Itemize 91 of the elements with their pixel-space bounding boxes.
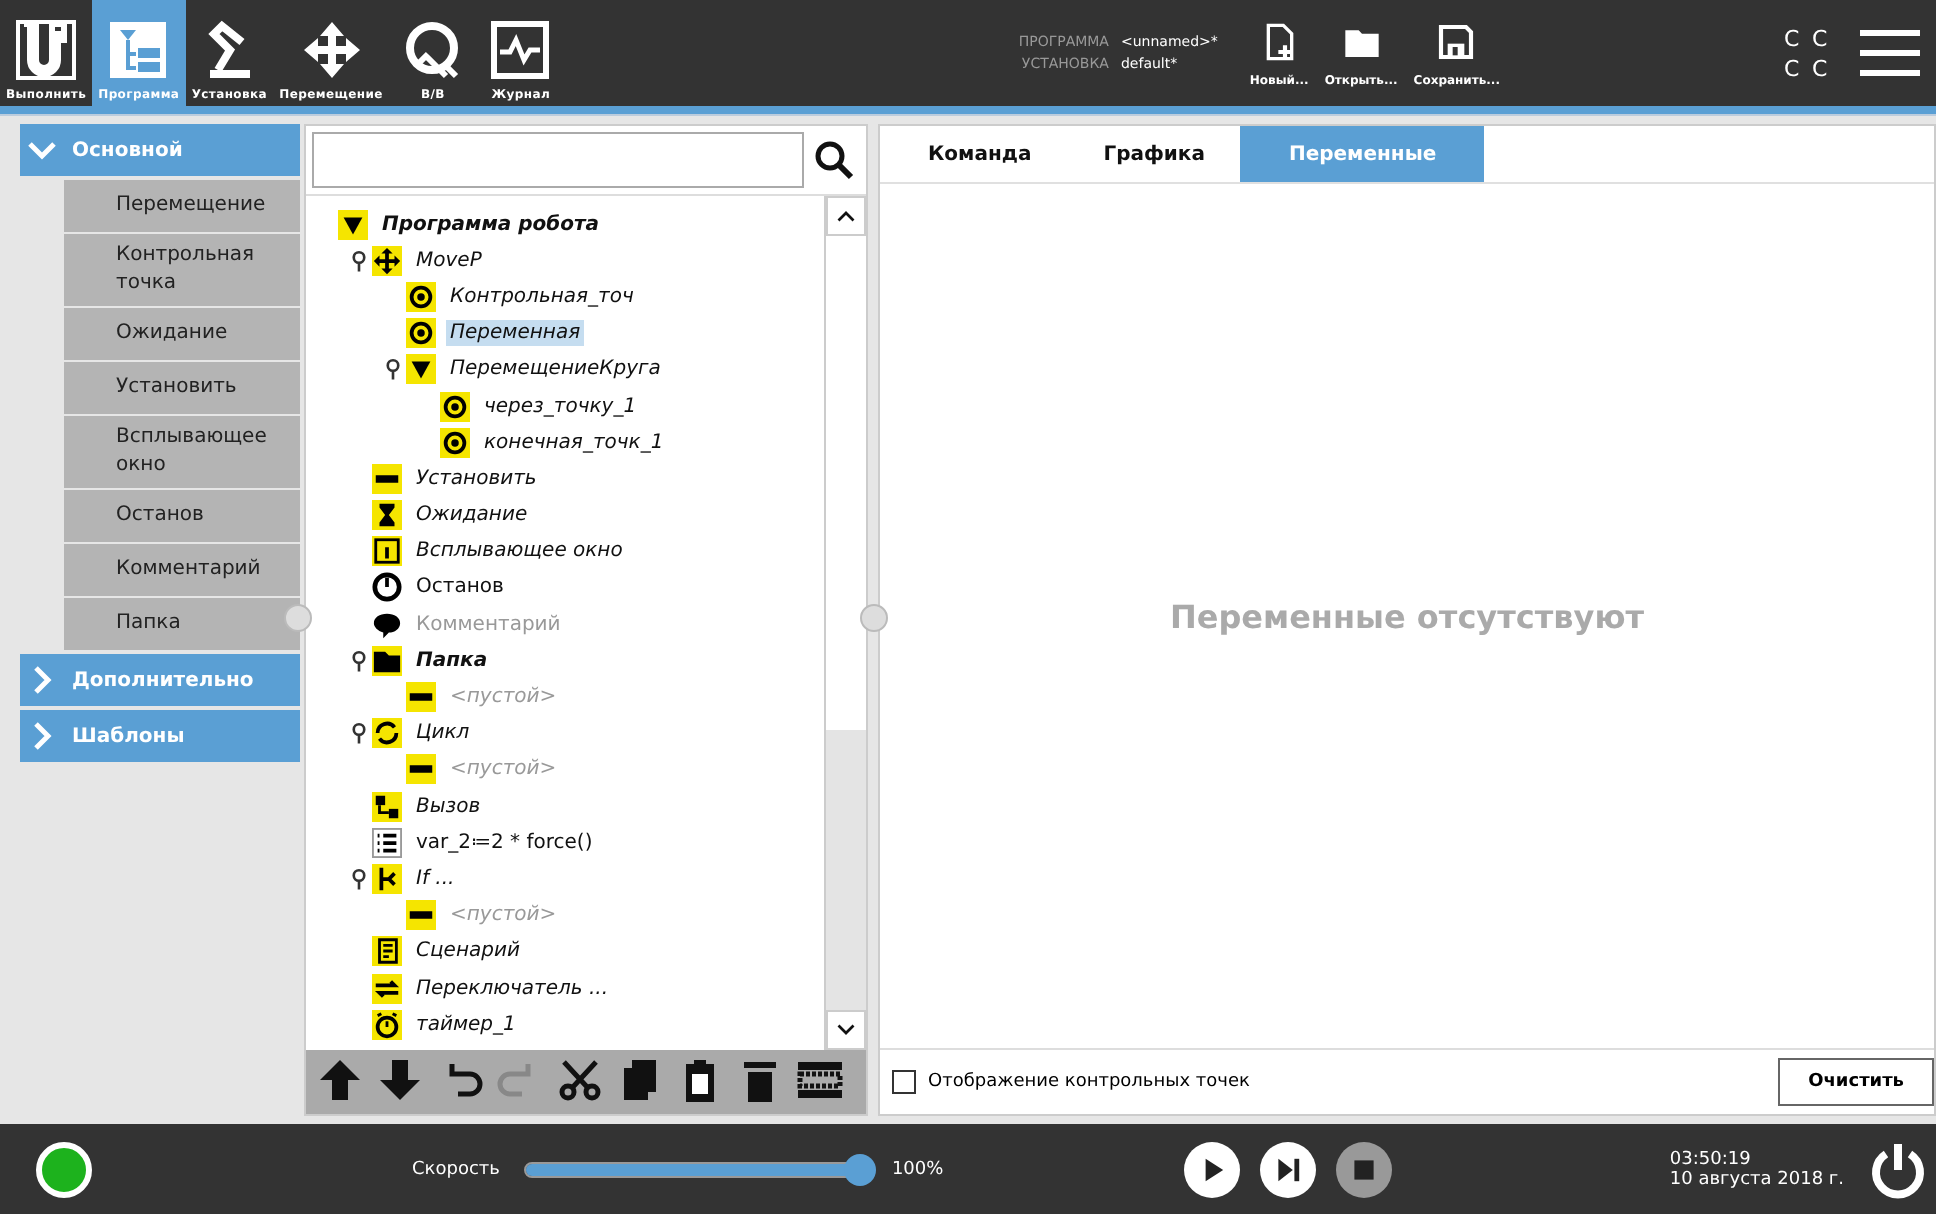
- tree-node[interactable]: Сценарий: [412, 938, 524, 965]
- scroll-up-icon[interactable]: [826, 196, 866, 236]
- tree-node[interactable]: Ожидание: [412, 502, 532, 529]
- search-field[interactable]: [312, 132, 804, 188]
- tree-node[interactable]: Всплывающее окно: [412, 538, 627, 565]
- tree-node[interactable]: конечная_точк_1: [480, 429, 668, 456]
- status-letter: C: [1784, 55, 1802, 81]
- waypoint-node-icon: [406, 318, 436, 349]
- waypoint-node-icon: [406, 281, 436, 312]
- set-node-icon: [372, 463, 402, 494]
- waypoint-node-icon: [440, 427, 470, 458]
- sidebar-item[interactable]: Папка: [64, 598, 300, 650]
- scroll-down-icon[interactable]: [826, 1010, 866, 1050]
- timer-node-icon: [372, 1009, 402, 1040]
- if-node-icon: [372, 863, 402, 894]
- collapse-pin-icon[interactable]: [351, 722, 365, 745]
- speed-value: 100%: [891, 1159, 944, 1179]
- sidebar-item[interactable]: Всплывающее окно: [64, 416, 300, 488]
- sidebar-item[interactable]: Перемещение: [64, 180, 300, 232]
- status-letter: C: [1812, 55, 1830, 81]
- tree-node[interactable]: Программа робота: [378, 211, 604, 238]
- tree-node[interactable]: If ...: [412, 865, 459, 892]
- script-node-icon: [372, 936, 402, 967]
- chevron-right-icon: [28, 722, 56, 750]
- collapse-pin-icon[interactable]: [385, 358, 399, 381]
- scrollbar[interactable]: [824, 196, 866, 1050]
- collapse-pin-icon[interactable]: [351, 649, 365, 672]
- power-icon[interactable]: [1868, 1139, 1928, 1199]
- tree-node[interactable]: Останов: [412, 574, 508, 601]
- popup-node-icon: [372, 536, 402, 567]
- collapse-pin-icon[interactable]: [351, 249, 365, 272]
- triangle-node-icon: [406, 354, 436, 385]
- sidebar-item[interactable]: Комментарий: [64, 544, 300, 596]
- move-node-icon: [372, 245, 402, 276]
- halt-node-icon: [372, 572, 402, 603]
- play-button[interactable]: [1183, 1141, 1240, 1197]
- sidebar-item[interactable]: Ожидание: [64, 308, 300, 360]
- call-node-icon: [372, 791, 402, 822]
- speed-slider[interactable]: [523, 1153, 876, 1185]
- empty-message: Переменные отсутствуют: [1169, 597, 1645, 635]
- scissors-icon: [555, 1055, 603, 1103]
- loop-node-icon: [372, 718, 402, 749]
- sidebar-item[interactable]: Установить: [64, 362, 300, 414]
- save-icon: [1436, 19, 1477, 63]
- checkbox[interactable]: [892, 1070, 916, 1094]
- date-text: 10 августа 2018 г.: [1669, 1169, 1844, 1189]
- speed-label: Скорость: [412, 1159, 500, 1179]
- set-node-icon: [406, 682, 436, 713]
- tree-node[interactable]: Контрольная_точ: [446, 283, 638, 310]
- switch-node-icon: [372, 973, 402, 1004]
- search-icon[interactable]: [814, 140, 854, 180]
- set-node-icon: [406, 900, 436, 931]
- triangle-node-icon: [338, 209, 368, 240]
- status-letter: C: [1812, 25, 1830, 51]
- arrow-up-icon: [315, 1055, 363, 1103]
- collapse-pin-icon[interactable]: [351, 867, 365, 890]
- tree-node[interactable]: Переменная: [446, 320, 585, 347]
- comment-node-icon: [372, 609, 402, 640]
- time-text: 03:50:19: [1669, 1149, 1753, 1169]
- arrow-down-icon: [375, 1055, 423, 1103]
- waypoint-node-icon: [440, 391, 470, 422]
- log-icon: [488, 18, 553, 82]
- tree-node[interactable]: Переключатель ...: [412, 975, 613, 1002]
- program-icon: [106, 18, 171, 82]
- tree-node[interactable]: Цикл: [412, 720, 474, 747]
- slider-thumb[interactable]: [843, 1153, 876, 1185]
- sidebar-item[interactable]: Останов: [64, 490, 300, 542]
- tab[interactable]: Графика: [1067, 126, 1241, 182]
- tree-node[interactable]: MoveP: [412, 247, 486, 274]
- status-letter: C: [1784, 25, 1802, 51]
- checkbox-label: Отображение контрольных точек: [928, 1072, 1250, 1092]
- chevron-right-icon: [28, 666, 56, 694]
- tree-node[interactable]: var_2≔2 * force(): [412, 829, 597, 856]
- set-node-icon: [406, 754, 436, 785]
- tree-node[interactable]: Установить: [412, 465, 541, 492]
- folder-node-icon: [372, 645, 402, 676]
- tree-node[interactable]: ПеремещениеКруга: [446, 356, 665, 383]
- tree-node[interactable]: Вызов: [412, 793, 485, 820]
- assign-node-icon: [372, 827, 402, 858]
- wait-node-icon: [372, 500, 402, 531]
- move-icon: [299, 18, 364, 82]
- robot-status-indicator[interactable]: [36, 1141, 92, 1197]
- sidebar-item[interactable]: Контрольная точка: [64, 234, 300, 306]
- menu-icon[interactable]: [1860, 27, 1920, 79]
- tree-node[interactable]: таймер_1: [412, 1011, 520, 1038]
- tab[interactable]: Команда: [892, 126, 1068, 182]
- clear-button[interactable]: Очистить: [1778, 1058, 1934, 1106]
- chevron-down-icon: [28, 136, 56, 164]
- tree-node[interactable]: через_точку_1: [480, 393, 641, 420]
- step-button[interactable]: [1259, 1141, 1316, 1197]
- tree-node[interactable]: Папка: [412, 647, 492, 674]
